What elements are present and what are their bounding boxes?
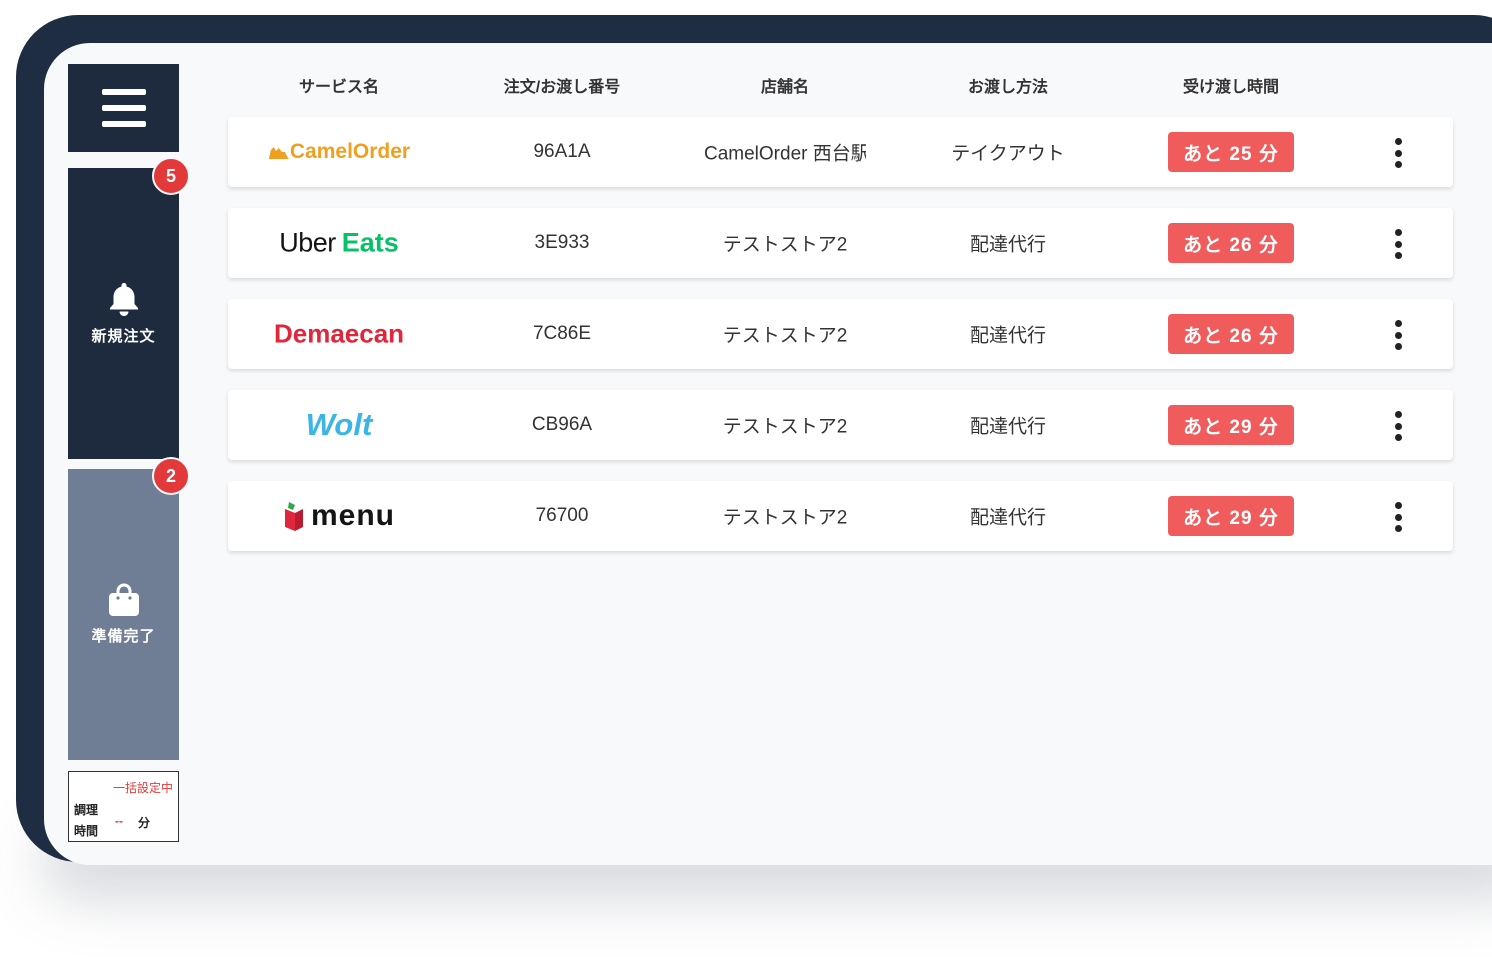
cook-time-label-line1: 調理 (74, 803, 99, 817)
handover-time-badge: あと 25 分 (1168, 132, 1294, 172)
handover-time-badge: あと 26 分 (1168, 223, 1294, 263)
tablet-frame: 新規注文 5 準備完了 2 一括設定中 調理 時間 -- 分 サービス名 注文/… (16, 15, 1492, 865)
kebab-dot (1394, 138, 1402, 145)
camelorder-logo: Camel Order (268, 140, 410, 164)
camelorder-logo-word1: Camel (289, 140, 353, 163)
order-number: 96A1A (533, 141, 591, 162)
menu-logo: menu (283, 499, 395, 533)
handover-method: 配達代行 (969, 234, 1047, 256)
handover-time-badge: あと 29 分 (1168, 496, 1294, 536)
order-row[interactable]: Wolt CB96A テストストア2 配達代行 あと 29 分 (228, 390, 1453, 460)
order-row[interactable]: Camel Order 96A1A CamelOrder 西台駅 テイクアウト あ… (228, 117, 1453, 187)
uber-eats-logo: Uber Eats (279, 228, 399, 259)
kebab-dot (1394, 161, 1402, 168)
handover-time-badge: あと 26 分 (1168, 314, 1294, 354)
header-store-name: 店舗名 (760, 79, 810, 96)
new-orders-count-badge: 5 (152, 157, 190, 195)
demaecan-logo: Demaecan (274, 319, 404, 350)
kebab-dot (1394, 149, 1402, 157)
menu-logo-word: menu (310, 499, 396, 532)
cook-time-label: 調理 時間 (74, 800, 98, 842)
demaecan-logo-word: Demaecan (273, 318, 405, 349)
kebab-dot (1394, 331, 1402, 339)
handover-method: テイクアウト (951, 143, 1065, 165)
wolt-logo-word: Wolt (305, 407, 373, 442)
cook-time-value: -- (115, 814, 123, 828)
store-name: テストストア2 (722, 234, 848, 256)
hamburger-icon (101, 89, 146, 127)
order-number: 7C86E (532, 323, 592, 344)
order-row[interactable]: Uber Eats 3E933 テストストア2 配達代行 あと 26 分 (228, 208, 1453, 278)
kebab-dot (1394, 434, 1402, 441)
handover-method: 配達代行 (969, 416, 1047, 438)
store-name: テストストア2 (722, 325, 848, 347)
cook-time-mode: 一括設定中 (112, 781, 173, 795)
store-name: CamelOrder 西台駅 (704, 143, 866, 165)
kebab-dot (1394, 502, 1402, 509)
kebab-dot (1394, 229, 1402, 236)
uber-eats-logo-word1: Uber (279, 227, 336, 258)
kebab-dot (1394, 513, 1402, 521)
wolt-logo: Wolt (306, 407, 373, 443)
ready-count-badge: 2 (152, 457, 190, 495)
order-row[interactable]: Demaecan 7C86E テストストア2 配達代行 あと 26 分 (228, 299, 1453, 369)
header-handover-method: お渡し方法 (967, 79, 1049, 96)
kebab-dot (1394, 252, 1402, 259)
cook-time-unit: 分 (138, 816, 151, 830)
kebab-dot (1394, 240, 1402, 248)
row-menu-button[interactable] (1386, 502, 1410, 532)
row-menu-button[interactable] (1386, 138, 1410, 168)
order-number: 76700 (535, 505, 589, 526)
kebab-dot (1394, 422, 1402, 430)
order-number: CB96A (531, 414, 593, 435)
order-number: 3E933 (534, 232, 590, 253)
handover-time-badge: あと 29 分 (1168, 405, 1294, 445)
store-name: テストストア2 (722, 507, 848, 529)
cook-time-setting[interactable]: 一括設定中 調理 時間 -- 分 (68, 771, 179, 842)
kebab-dot (1394, 343, 1402, 350)
header-service-name: サービス名 (298, 79, 380, 96)
kebab-dot (1394, 320, 1402, 327)
kebab-dot (1394, 525, 1402, 532)
bell-icon (109, 283, 138, 316)
row-menu-button[interactable] (1386, 229, 1410, 259)
header-handover-time: 受け渡し時間 (1182, 79, 1280, 96)
camel-icon (268, 147, 289, 159)
hamburger-menu-button[interactable] (68, 64, 179, 152)
app-screen: 新規注文 5 準備完了 2 一括設定中 調理 時間 -- 分 サービス名 注文/… (44, 43, 1492, 865)
handover-method: 配達代行 (969, 325, 1047, 347)
row-menu-button[interactable] (1386, 320, 1410, 350)
kebab-dot (1394, 411, 1402, 418)
nav-ready[interactable]: 準備完了 (68, 469, 179, 760)
header-order-number: 注文/お渡し番号 (503, 79, 621, 96)
uber-eats-logo-word2: Eats (341, 227, 399, 258)
shopping-bag-icon (108, 583, 139, 616)
store-name: テストストア2 (722, 416, 848, 438)
row-menu-button[interactable] (1386, 411, 1410, 441)
handover-method: 配達代行 (969, 507, 1047, 529)
camelorder-logo-word2: Order (352, 140, 411, 163)
cook-time-label-line2: 時間 (74, 824, 99, 838)
order-row[interactable]: menu 76700 テストストア2 配達代行 あと 29 分 (228, 481, 1453, 551)
nav-ready-label: 準備完了 (91, 628, 156, 645)
nav-new-orders-label: 新規注文 (91, 328, 156, 345)
menu-brand-icon (284, 502, 303, 531)
nav-new-orders[interactable]: 新規注文 (68, 168, 179, 459)
